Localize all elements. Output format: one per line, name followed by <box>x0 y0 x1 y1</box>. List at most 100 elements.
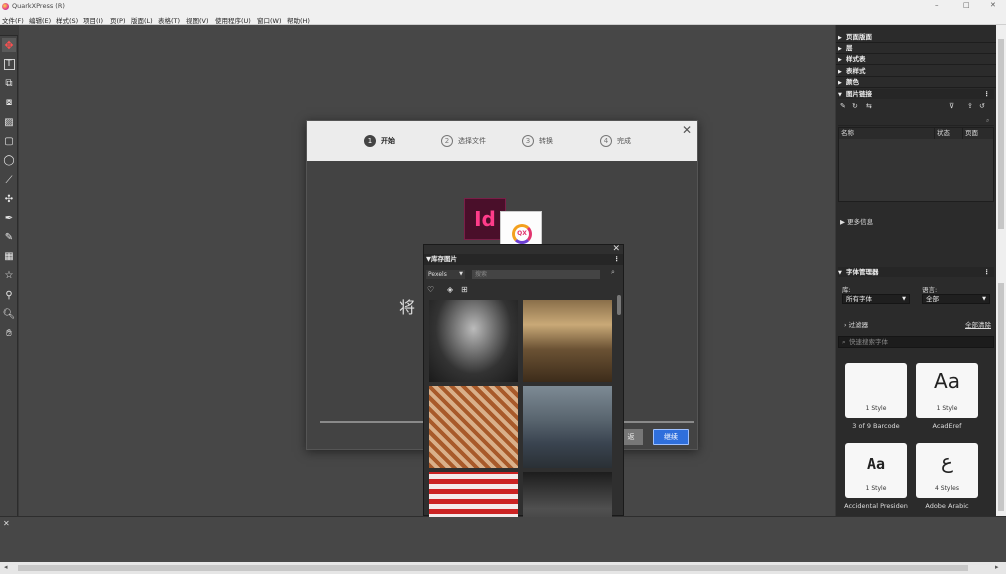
move-tool-icon[interactable]: ✥ <box>2 38 16 52</box>
font-card-accidental[interactable]: Aa 1 Style <box>845 443 907 498</box>
menu-view[interactable]: 视图(V) <box>186 15 209 25</box>
ellipse-tool-icon[interactable]: ◯ <box>2 153 16 167</box>
menu-table[interactable]: 表格(T) <box>158 15 180 25</box>
pencil-tool-icon[interactable]: ✎ <box>2 230 16 244</box>
text-link-tool-icon[interactable]: ⧉ <box>2 76 16 90</box>
stock-panel-header[interactable]: ▼库存图片 ⋮ <box>424 254 623 265</box>
hand-tool-icon[interactable]: ✋︎ <box>2 326 16 340</box>
scroll-left-icon[interactable]: ◂ <box>4 563 8 571</box>
font-name: 3 of 9 Barcode <box>852 422 900 430</box>
star-tool-icon[interactable]: ☆ <box>2 268 16 282</box>
font-card-acadEref[interactable]: Aa 1 Style <box>916 363 978 418</box>
menu-window[interactable]: 窗口(W) <box>257 15 282 25</box>
pen-tool-icon[interactable]: ✒ <box>2 211 16 225</box>
menu-edit[interactable]: 编辑(E) <box>29 15 51 25</box>
col-page[interactable]: 页面 <box>963 128 993 139</box>
col-name[interactable]: 名称 <box>839 128 935 139</box>
tools-palette: ✥ T ⧉ ⧇ ▨ ▢ ◯ ⟋ ✣ ✒ ✎ ▦ ☆ ⚲ 🔍︎ ✋︎ <box>0 36 18 516</box>
panel-table-styles[interactable]: ▶ 表样式 <box>838 66 994 76</box>
panel-layers[interactable]: ▶ 层 <box>838 43 994 53</box>
edit-link-icon[interactable]: ✎ <box>840 102 846 110</box>
clear-all-link[interactable]: 全部清除 <box>965 319 991 329</box>
panel-colors[interactable]: ▶ 颜色 <box>838 77 994 87</box>
wizard-steps: 1 开始 2 选择文件 3 转换 4 完成 ✕ <box>307 121 697 161</box>
stock-close-button[interactable]: ✕ <box>612 244 620 254</box>
filter-icon[interactable]: ⊽ <box>949 102 954 110</box>
app-logo-icon <box>2 3 9 10</box>
dialog-headline: 将 <box>399 298 416 317</box>
close-window-button[interactable]: ✕ <box>990 1 996 9</box>
stock-menu-icon[interactable]: ⋮ <box>614 254 621 265</box>
close-icon[interactable]: ✕ <box>3 519 10 528</box>
horizontal-scrollbar[interactable]: ◂ ▸ <box>0 562 1006 574</box>
language-select[interactable]: 全部 ▼ <box>922 294 990 304</box>
stock-search-icon[interactable]: ⌕ <box>611 268 615 277</box>
folder-icon[interactable]: ⊞ <box>461 285 468 294</box>
col-status[interactable]: 状态 <box>935 128 963 139</box>
photo-thumb[interactable] <box>429 300 518 382</box>
menu-item[interactable]: 项目(I) <box>83 15 103 25</box>
update-icon[interactable]: ⇆ <box>866 102 872 110</box>
export-icon[interactable]: ⇪ <box>967 102 973 110</box>
photo-thumb[interactable] <box>523 472 612 517</box>
font-name: AcadEref <box>932 422 962 430</box>
source-select[interactable]: Pexels ▼ <box>426 270 465 279</box>
photo-thumb[interactable] <box>523 300 612 382</box>
quarkxpress-window: QuarkXPress (R) – □ ✕ 文件(F) 编辑(E) 样式(S) … <box>0 0 1006 574</box>
step-start: 1 开始 <box>364 134 395 148</box>
font-card-adobe-arabic[interactable]: ع 4 Styles <box>916 443 978 498</box>
photo-thumb[interactable] <box>429 472 518 517</box>
step-select-file: 2 选择文件 <box>441 134 486 148</box>
stock-scrollbar[interactable] <box>617 295 621 315</box>
unlink-tool-icon[interactable]: ⧇ <box>2 95 16 109</box>
relink-icon[interactable]: ↻ <box>852 102 858 110</box>
dialog-close-button[interactable]: ✕ <box>682 123 692 137</box>
rectangle-tool-icon[interactable]: ▢ <box>2 134 16 148</box>
panel-style-sheets[interactable]: ▶ 样式表 <box>838 54 994 64</box>
image-link-table[interactable]: 名称 状态 页面 <box>838 127 994 202</box>
refresh-icon[interactable]: ↺ <box>979 102 985 110</box>
menu-style[interactable]: 样式(S) <box>56 15 78 25</box>
title-bar: QuarkXPress (R) – □ ✕ <box>0 0 1006 13</box>
zoom-tool-icon[interactable]: 🔍︎ <box>2 307 16 321</box>
stock-images-panel: ✕ ▼库存图片 ⋮ Pexels ▼ 搜索 ⌕ ♡ ◈ ⊞ <box>423 244 624 517</box>
eyedropper-tool-icon[interactable]: ⚲ <box>2 288 16 302</box>
panel-page-layout[interactable]: ▶ 页面版面 <box>838 32 994 42</box>
continue-button[interactable]: 继续 <box>653 429 689 445</box>
font-card-barcode[interactable]: 1 Style <box>845 363 907 418</box>
table-tool-icon[interactable]: ▦ <box>2 249 16 263</box>
menu-help[interactable]: 帮助(H) <box>287 15 310 25</box>
line-tool-icon[interactable]: ⟋ <box>2 173 16 187</box>
menu-layout[interactable]: 版面(L) <box>131 15 153 25</box>
minimize-button[interactable]: – <box>935 1 939 9</box>
panel-menu-icon[interactable]: ⋮ <box>984 89 991 99</box>
window-title: QuarkXPress (R) <box>12 2 65 10</box>
panel-font-manager[interactable]: ▼ 字体管理器 ⋮ <box>838 267 994 277</box>
text-tool-icon[interactable]: T <box>2 57 16 71</box>
pan-content-tool-icon[interactable]: ✣ <box>2 192 16 206</box>
step-finish: 4 完成 <box>600 134 631 148</box>
font-panel-menu-icon[interactable]: ⋮ <box>984 267 991 277</box>
maximize-button[interactable]: □ <box>963 1 970 9</box>
search-icon[interactable]: ⌕ <box>986 117 989 125</box>
scroll-right-icon[interactable]: ▸ <box>995 563 999 571</box>
font-search-input[interactable]: ⌕ 快速搜索字体 <box>838 336 994 348</box>
panel-scrollbar[interactable] <box>996 25 1006 516</box>
menu-file[interactable]: 文件(F) <box>2 15 24 25</box>
pasteboard-bottom: ✕ <box>0 516 1006 564</box>
step-convert: 3 转换 <box>522 134 553 148</box>
panel-image-link[interactable]: ▼ 图片链接 ⋮ <box>838 89 994 99</box>
menu-utilities[interactable]: 使用程序(U) <box>215 15 251 25</box>
photo-thumb[interactable] <box>429 386 518 468</box>
menu-page[interactable]: 页(P) <box>110 15 126 25</box>
library-select[interactable]: 所有字体 ▼ <box>842 294 910 304</box>
more-info-toggle[interactable]: ▶ 更多信息 <box>840 216 873 226</box>
toolbar-handle[interactable] <box>0 25 18 36</box>
font-name: Adobe Arabic <box>925 502 969 510</box>
collection-icon[interactable]: ◈ <box>447 285 453 294</box>
favorite-icon[interactable]: ♡ <box>427 285 434 294</box>
filter-toggle[interactable]: › 过滤器 <box>844 319 868 329</box>
stock-search-input[interactable]: 搜索 <box>472 270 600 279</box>
photo-thumb[interactable] <box>523 386 612 468</box>
picture-tool-icon[interactable]: ▨ <box>2 115 16 129</box>
